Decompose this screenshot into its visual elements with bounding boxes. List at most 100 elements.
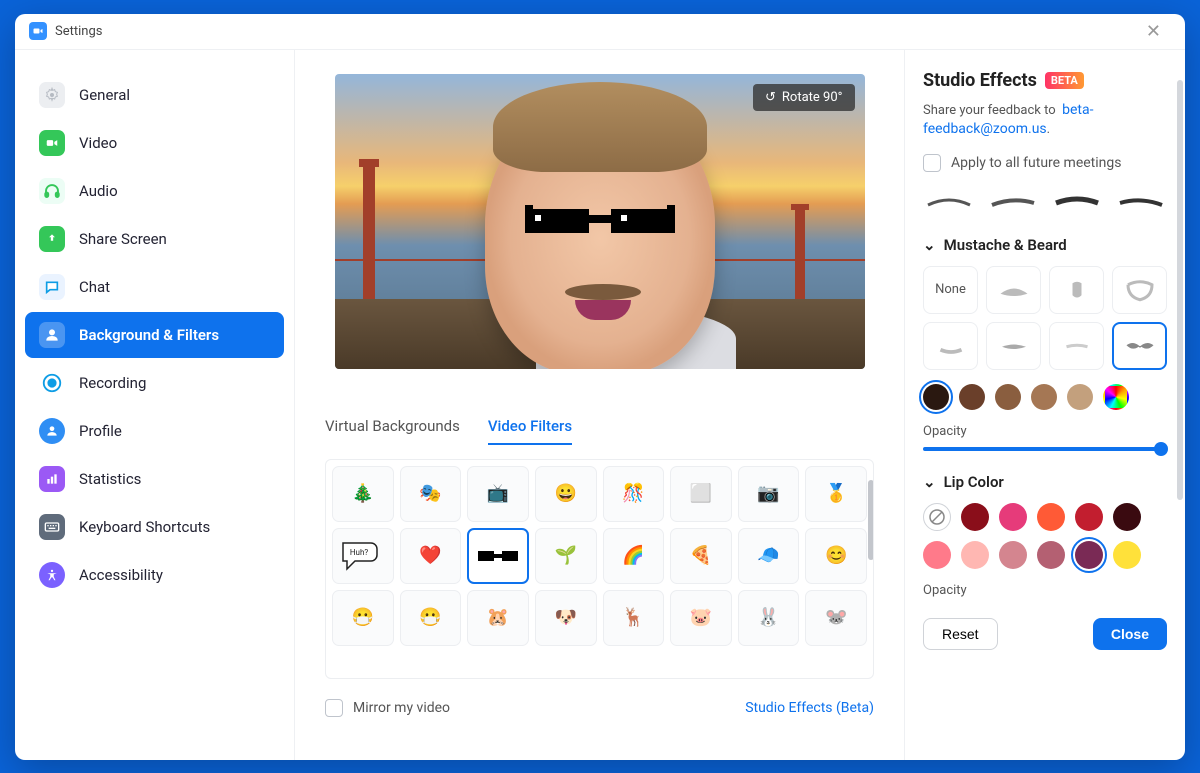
sidebar-item-label: Audio: [79, 182, 118, 200]
mustache-option[interactable]: [1112, 266, 1167, 314]
scrollbar-thumb[interactable]: [868, 480, 874, 560]
mirror-video-checkbox[interactable]: Mirror my video: [325, 699, 450, 717]
filter-thumb[interactable]: 😀: [535, 466, 597, 522]
eyebrow-option[interactable]: [987, 190, 1039, 214]
filter-thumb[interactable]: ⬜: [670, 466, 732, 522]
mirror-video-label: Mirror my video: [353, 700, 450, 716]
lip-color-none[interactable]: [923, 503, 951, 531]
sidebar-item-share-screen[interactable]: Share Screen: [25, 216, 284, 262]
filter-thumb[interactable]: 😷: [332, 590, 394, 646]
filter-thumb[interactable]: 😊: [805, 528, 867, 584]
filter-thumb[interactable]: 😷: [400, 590, 462, 646]
lip-color-swatch[interactable]: [1113, 503, 1141, 531]
filter-thumb[interactable]: ❤️: [400, 528, 462, 584]
sidebar-item-chat[interactable]: Chat: [25, 264, 284, 310]
close-icon[interactable]: ✕: [1136, 17, 1171, 46]
sidebar-item-keyboard-shortcuts[interactable]: Keyboard Shortcuts: [25, 504, 284, 550]
shade-swatch[interactable]: [995, 384, 1021, 410]
filter-thumb[interactable]: 🧢: [738, 528, 800, 584]
filter-thumb[interactable]: 🎊: [603, 466, 665, 522]
mustache-none[interactable]: None: [923, 266, 978, 314]
shade-swatch[interactable]: [959, 384, 985, 410]
lip-color-swatch[interactable]: [1113, 541, 1141, 569]
mustache-option[interactable]: [1049, 266, 1104, 314]
beta-badge: BETA: [1045, 72, 1084, 89]
eyebrow-option[interactable]: [1115, 190, 1167, 214]
filter-thumb[interactable]: 🐶: [535, 590, 597, 646]
studio-effects-link[interactable]: Studio Effects (Beta): [745, 700, 874, 716]
shade-swatches: [923, 384, 1167, 410]
sidebar-item-audio[interactable]: Audio: [25, 168, 284, 214]
opacity-label: Opacity: [923, 583, 1167, 598]
lip-color-swatch[interactable]: [961, 503, 989, 531]
rotate-label: Rotate 90°: [782, 90, 843, 105]
filter-thumb[interactable]: 🐰: [738, 590, 800, 646]
apply-all-label: Apply to all future meetings: [951, 155, 1121, 171]
rotate-icon: ↺: [765, 90, 776, 105]
lip-color-swatch[interactable]: [1037, 541, 1065, 569]
filter-thumb[interactable]: 🐷: [670, 590, 732, 646]
filter-thumb[interactable]: [467, 528, 529, 584]
lip-color-swatch[interactable]: [999, 541, 1027, 569]
filter-thumb[interactable]: 🎄: [332, 466, 394, 522]
mustache-option[interactable]: [923, 322, 978, 370]
statistics-icon: [39, 466, 65, 492]
shade-swatch[interactable]: [1031, 384, 1057, 410]
lip-color-swatch[interactable]: [1075, 541, 1103, 569]
lip-color-swatch[interactable]: [961, 541, 989, 569]
filter-thumb[interactable]: 🐭: [805, 590, 867, 646]
tab-video-filters[interactable]: Video Filters: [488, 417, 572, 445]
filter-thumb[interactable]: 🌱: [535, 528, 597, 584]
sidebar-item-recording[interactable]: Recording: [25, 360, 284, 406]
mustache-option[interactable]: [1112, 322, 1167, 370]
close-button[interactable]: Close: [1093, 618, 1167, 650]
sidebar-item-profile[interactable]: Profile: [25, 408, 284, 454]
sidebar-item-general[interactable]: General: [25, 72, 284, 118]
rotate-90-button[interactable]: ↺ Rotate 90°: [753, 84, 855, 111]
custom-color-swatch[interactable]: [1103, 384, 1129, 410]
mustache-option[interactable]: [1049, 322, 1104, 370]
eyebrow-option[interactable]: [1051, 190, 1103, 214]
lip-color-swatch[interactable]: [1075, 503, 1103, 531]
sidebar-item-background-filters[interactable]: Background & Filters: [25, 312, 284, 358]
settings-sidebar: General Video Audio Share Screen Chat Ba…: [15, 50, 295, 760]
filter-thumb[interactable]: 🦌: [603, 590, 665, 646]
sidebar-item-video[interactable]: Video: [25, 120, 284, 166]
scrollbar-thumb[interactable]: [1177, 80, 1183, 500]
filter-tabs: Virtual Backgrounds Video Filters: [325, 417, 874, 445]
filter-thumb[interactable]: 📷: [738, 466, 800, 522]
apply-all-meetings-checkbox[interactable]: Apply to all future meetings: [923, 154, 1167, 172]
eyebrow-row: [923, 190, 1167, 214]
settings-window: Settings ✕ General Video Audio Share Scr…: [15, 14, 1185, 760]
sidebar-item-statistics[interactable]: Statistics: [25, 456, 284, 502]
checkbox-icon: [325, 699, 343, 717]
lip-color-swatch[interactable]: [999, 503, 1027, 531]
filter-thumb[interactable]: 🍕: [670, 528, 732, 584]
sidebar-item-label: Share Screen: [79, 230, 167, 248]
opacity-label: Opacity: [923, 424, 1167, 439]
filters-grid-container[interactable]: 🎄🎭📺😀🎊⬜📷🥇Huh?❤️🌱🌈🍕🧢😊😷😷🐹🐶🦌🐷🐰🐭: [325, 459, 874, 679]
tab-virtual-backgrounds[interactable]: Virtual Backgrounds: [325, 417, 460, 445]
lip-color-swatch[interactable]: [923, 541, 951, 569]
feedback-text: Share your feedback to beta-feedback@zoo…: [923, 101, 1167, 140]
shade-swatch[interactable]: [923, 384, 949, 410]
mustache-beard-heading[interactable]: ⌄ Mustache & Beard: [923, 236, 1167, 254]
filter-thumb[interactable]: 🎭: [400, 466, 462, 522]
filter-thumb[interactable]: 🐹: [467, 590, 529, 646]
lip-color-heading[interactable]: ⌄ Lip Color: [923, 473, 1167, 491]
filter-thumb[interactable]: Huh?: [332, 528, 394, 584]
sidebar-item-label: Accessibility: [79, 566, 163, 584]
filter-thumb[interactable]: 🌈: [603, 528, 665, 584]
eyebrow-option[interactable]: [923, 190, 975, 214]
share-screen-icon: [39, 226, 65, 252]
sidebar-item-accessibility[interactable]: Accessibility: [25, 552, 284, 598]
sidebar-item-label: Profile: [79, 422, 122, 440]
shade-swatch[interactable]: [1067, 384, 1093, 410]
filter-thumb[interactable]: 🥇: [805, 466, 867, 522]
lip-color-swatch[interactable]: [1037, 503, 1065, 531]
reset-button[interactable]: Reset: [923, 618, 998, 650]
mustache-option[interactable]: [986, 322, 1041, 370]
opacity-slider[interactable]: [923, 447, 1167, 451]
filter-thumb[interactable]: 📺: [467, 466, 529, 522]
mustache-option[interactable]: [986, 266, 1041, 314]
